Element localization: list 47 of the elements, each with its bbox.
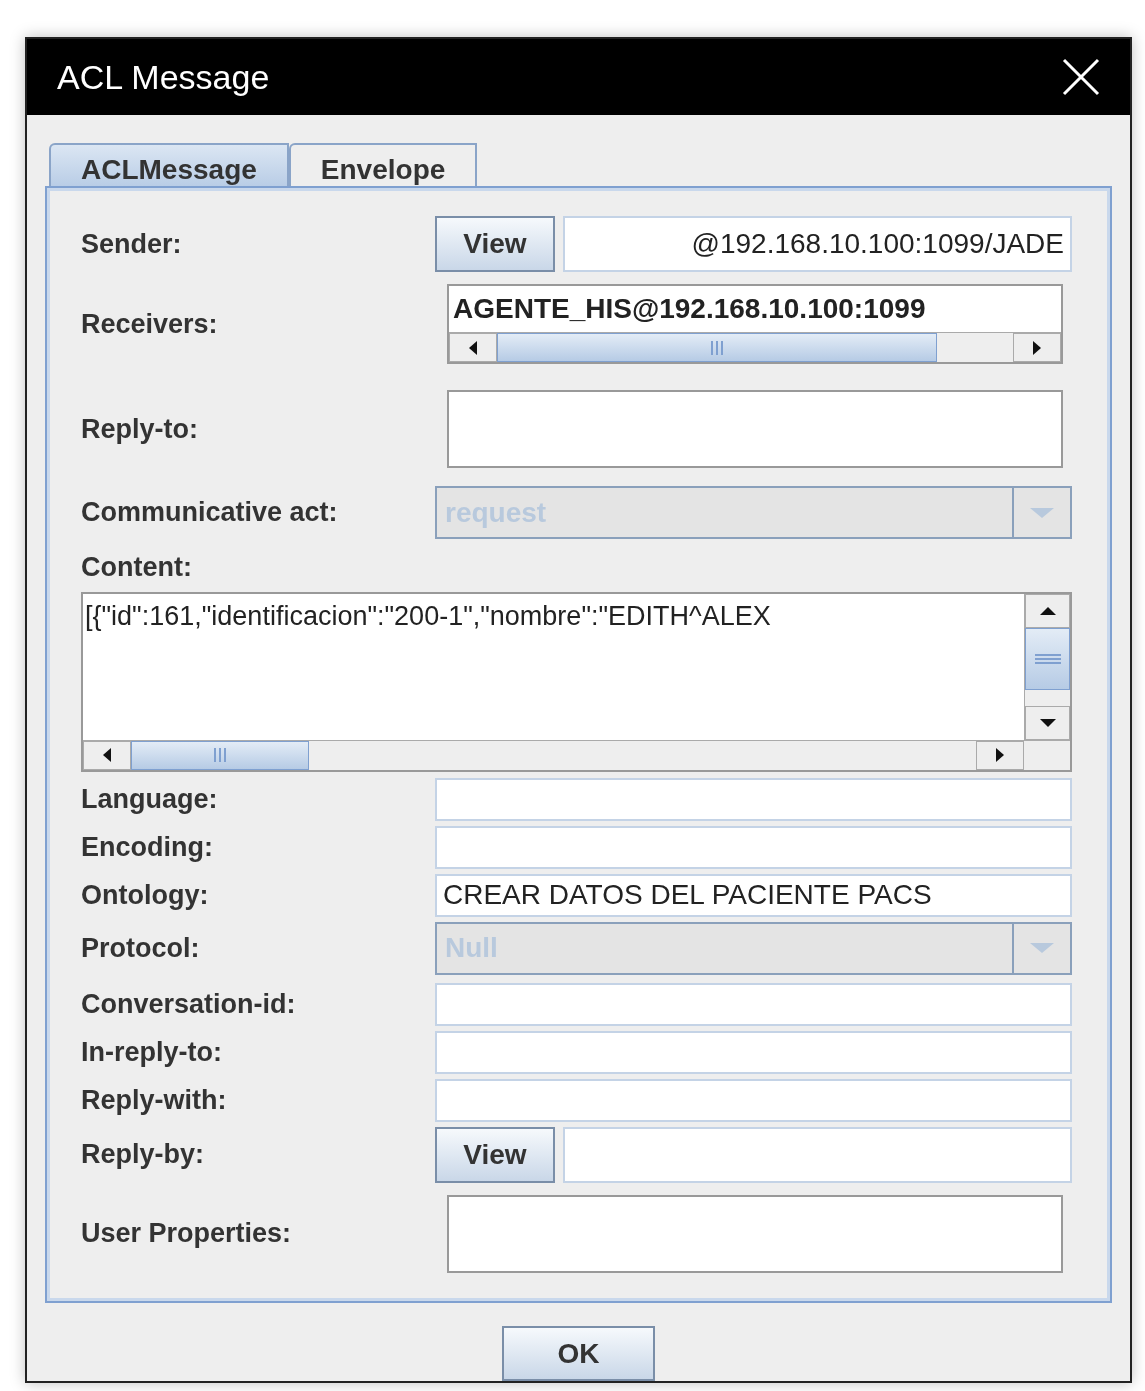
receivers-list[interactable]: AGENTE_HIS@192.168.10.100:1099 xyxy=(447,284,1063,364)
text-field[interactable]: CREAR DATOS DEL PACIENTE PACS xyxy=(435,873,1072,917)
list-item[interactable]: AGENTE_HIS@192.168.10.100:1099 xyxy=(449,286,1061,332)
caret-icon xyxy=(1029,942,1055,954)
grip-icon xyxy=(213,747,227,763)
content-text-area[interactable]: [{"id":161,"identificacion":"200-1","nombre":"EDITH^ALEX xyxy=(81,591,1072,772)
text-field[interactable] xyxy=(435,1030,1072,1074)
text-box[interactable] xyxy=(447,390,1063,468)
grip-icon xyxy=(1033,652,1062,665)
field-label: Encoding: xyxy=(81,830,214,864)
ok-button[interactable]: OK xyxy=(502,1326,655,1381)
field-label: Content: xyxy=(81,551,193,584)
field-label: Conversation-id: xyxy=(81,987,297,1021)
window-title: ACL Message xyxy=(57,56,270,98)
field-label: User Properties: xyxy=(81,1217,293,1251)
text-field[interactable] xyxy=(435,777,1072,821)
right-arrow-icon[interactable] xyxy=(994,746,1006,764)
text-field[interactable]: @192.168.10.100:1099/JADE xyxy=(563,216,1072,272)
field-label: In-reply-to: xyxy=(81,1035,223,1069)
text-field[interactable] xyxy=(435,982,1072,1026)
view-button[interactable]: View xyxy=(435,1126,555,1183)
field-label: Ontology: xyxy=(81,878,210,912)
horizontal-scrollbar[interactable] xyxy=(449,332,1061,362)
field-label: Protocol: xyxy=(81,931,201,965)
tab[interactable]: Envelope xyxy=(288,143,478,186)
field-label: Reply-by: xyxy=(81,1138,206,1172)
vertical-scrollbar[interactable] xyxy=(1024,593,1070,740)
field-label: Communicative act: xyxy=(81,496,339,530)
text-box[interactable] xyxy=(447,1194,1063,1273)
left-arrow-icon[interactable] xyxy=(101,746,113,764)
content-text: [{"id":161,"identificacion":"200-1","nombre":"EDITH^ALEX xyxy=(84,599,772,633)
close-icon[interactable] xyxy=(1062,58,1100,97)
field-label: Sender: xyxy=(81,227,183,261)
field-label: Language: xyxy=(81,782,219,816)
caret-icon xyxy=(1029,506,1055,519)
tab[interactable]: ACLMessage xyxy=(49,143,289,186)
text-field[interactable] xyxy=(563,1126,1072,1183)
text-field[interactable] xyxy=(435,825,1072,869)
horizontal-scrollbar[interactable] xyxy=(83,739,1070,770)
left-arrow-icon[interactable] xyxy=(467,338,479,357)
view-button[interactable]: View xyxy=(435,216,555,272)
grip-icon xyxy=(710,339,724,356)
field-label: Reply-with: xyxy=(81,1083,228,1117)
field-label: Receivers: xyxy=(81,307,219,341)
right-arrow-icon[interactable] xyxy=(1031,338,1043,357)
text-field[interactable] xyxy=(435,1078,1072,1122)
field-label: Reply-to: xyxy=(81,412,199,446)
